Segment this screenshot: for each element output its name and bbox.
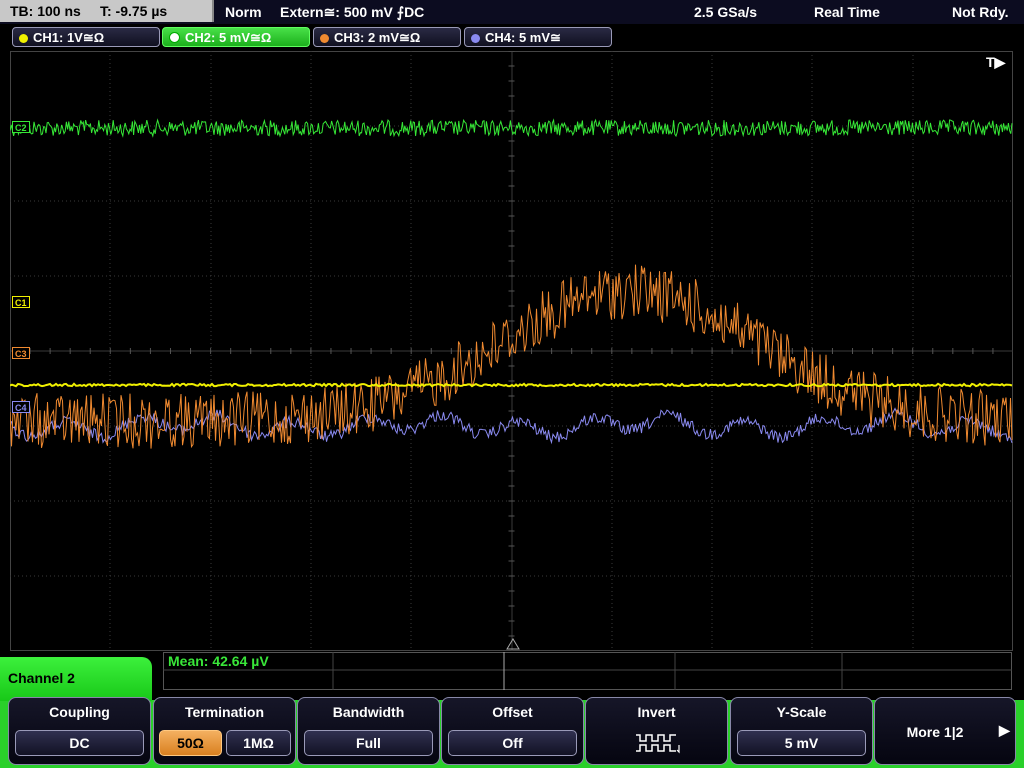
trigger-position-marker: T▶	[986, 54, 1007, 70]
termination-softkey[interactable]: Termination 50Ω 1MΩ	[153, 697, 296, 765]
timebase-box[interactable]: TB: 100 ns T: -9.75 µs	[0, 0, 214, 22]
acquisition-mode: Real Time	[814, 4, 880, 20]
run-state: Not Rdy.	[952, 4, 1009, 20]
coupling-value[interactable]: DC	[15, 730, 144, 756]
offset-title: Offset	[492, 704, 533, 720]
bandwidth-value[interactable]: Full	[304, 730, 433, 756]
timebase-value: TB: 100 ns	[10, 3, 81, 19]
next-arrow-icon: ▶	[999, 722, 1010, 738]
channel-tab-1[interactable]: CH1: 1V≅Ω	[12, 27, 160, 47]
coupling-softkey[interactable]: Coupling DC	[8, 697, 151, 765]
ch4-level-marker[interactable]: C4	[12, 401, 30, 413]
invert-softkey[interactable]: Invert	[585, 697, 728, 765]
channel-tab-2[interactable]: CH2: 5 mV≅Ω	[162, 27, 310, 47]
ch1-label: CH1: 1V≅Ω	[33, 30, 105, 45]
offset-softkey[interactable]: Offset Off	[441, 697, 584, 765]
ch3-level-marker[interactable]: C3	[12, 347, 30, 359]
traces	[10, 118, 1013, 449]
ch4-color-icon	[471, 34, 480, 43]
measurement-grid	[163, 652, 1012, 690]
mean-measurement: Mean: 42.64 µV	[168, 653, 269, 669]
yscale-title: Y-Scale	[776, 704, 827, 720]
coupling-title: Coupling	[49, 704, 110, 720]
termination-50ohm-option[interactable]: 50Ω	[159, 730, 222, 756]
ch2-level-marker[interactable]: C2	[12, 121, 30, 133]
menu-channel-label: Channel 2	[0, 657, 152, 701]
ch4-label: CH4: 5 mV≅	[485, 30, 561, 45]
ch1-level-marker[interactable]: C1	[12, 296, 30, 308]
ch2-label: CH2: 5 mV≅Ω	[185, 30, 272, 45]
channel-tab-4[interactable]: CH4: 5 mV≅	[464, 27, 612, 47]
trigger-mode[interactable]: Norm	[225, 0, 262, 24]
termination-title: Termination	[184, 704, 265, 720]
more-softkey[interactable]: More 1|2 ▶	[874, 697, 1016, 765]
ch3-color-icon	[320, 34, 329, 43]
yscale-value[interactable]: 5 mV	[737, 730, 866, 756]
bandwidth-softkey[interactable]: Bandwidth Full	[297, 697, 440, 765]
invert-title: Invert	[637, 704, 676, 720]
offset-value[interactable]: Off	[448, 730, 577, 756]
graticule	[10, 51, 1013, 651]
sample-rate: 2.5 GSa/s	[694, 4, 758, 20]
channel-tab-3[interactable]: CH3: 2 mV≅Ω	[313, 27, 461, 47]
channel-tabs: CH1: 1V≅Ω CH2: 5 mV≅Ω CH3: 2 mV≅Ω CH4: 5…	[0, 24, 1024, 50]
invert-waveform-icon	[636, 734, 680, 754]
trigger-source[interactable]: Extern≅: 500 mV ⨍DC	[280, 0, 424, 24]
more-label: More 1|2	[906, 724, 964, 740]
termination-1mohm-option[interactable]: 1MΩ	[226, 730, 291, 756]
yscale-softkey[interactable]: Y-Scale 5 mV	[730, 697, 873, 765]
ch1-color-icon	[19, 34, 28, 43]
trigger-time-value: T: -9.75 µs	[100, 3, 168, 19]
ch3-label: CH3: 2 mV≅Ω	[334, 30, 421, 45]
ch2-color-icon	[169, 32, 180, 43]
trigger-time-marker-icon	[506, 638, 520, 650]
bandwidth-title: Bandwidth	[332, 704, 405, 720]
waveform-canvas: T▶	[10, 51, 1013, 651]
